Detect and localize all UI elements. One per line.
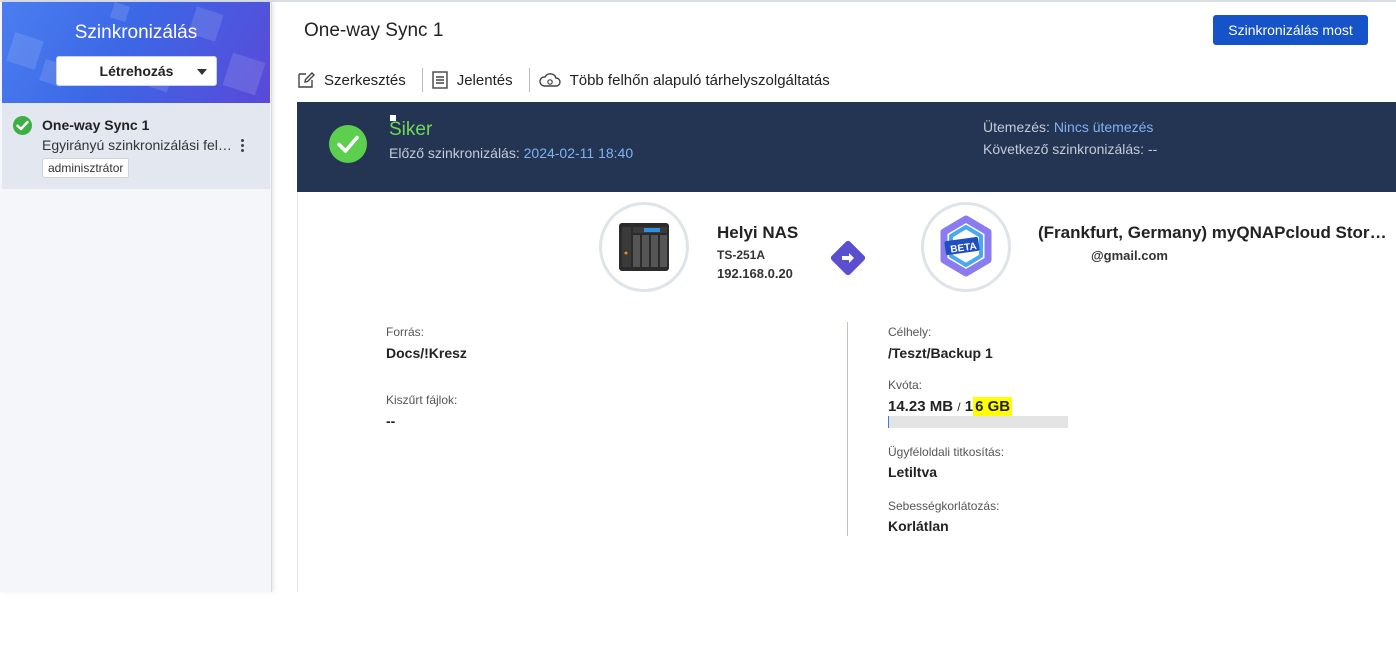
more-options-icon[interactable]: [238, 139, 246, 155]
toolbar-divider: [421, 68, 423, 92]
filtered-files-value: --: [386, 413, 396, 429]
target-account: @gmail.com: [1091, 248, 1168, 263]
page-title: One-way Sync 1: [304, 20, 444, 41]
report-icon: [432, 71, 448, 89]
myqnapcloud-icon: BETA: [921, 202, 1011, 292]
edit-button[interactable]: Szerkesztés: [296, 70, 414, 90]
previous-sync: Előző szinkronizálás: 2024-02-11 18:40: [389, 145, 633, 161]
target-device-name: (Frankfurt, Germany) myQNAPcloud Storage: [1038, 223, 1393, 242]
schedule-label: Ütemezés:: [983, 119, 1050, 135]
speed-limit-label: Sebességkorlátozás:: [888, 499, 1000, 513]
nas-device-icon: [599, 202, 689, 292]
caret-down-icon: [197, 69, 207, 75]
status-banner: Siker Előző szinkronizálás: 2024-02-11 1…: [297, 102, 1396, 192]
filtered-files-label: Kiszűrt fájlok:: [386, 393, 458, 407]
quota-value: 14.23 MB / 16 GB: [888, 397, 1013, 416]
create-dropdown-button[interactable]: Létrehozás: [56, 56, 217, 86]
speed-limit-value: Korlátlan: [888, 518, 949, 534]
success-check-icon: [329, 125, 367, 163]
previous-sync-label: Előző szinkronizálás:: [389, 145, 520, 161]
edit-label: Szerkesztés: [324, 71, 406, 89]
success-check-icon: [13, 116, 32, 135]
create-button-label: Létrehozás: [99, 63, 174, 79]
quota-progress-bar: [888, 416, 1068, 428]
sidebar: Szinkronizálás Létrehozás One-way Sync 1…: [0, 2, 272, 592]
job-details: Helyi NAS TS-251A 192.168.0.20 BETA (Fra…: [297, 192, 1396, 592]
report-label: Jelentés: [456, 71, 513, 89]
next-sync: Következő szinkronizálás: --: [983, 141, 1157, 157]
multicloud-label: Több felhőn alapuló tárhelyszolgáltatás: [569, 71, 830, 89]
quota-total-highlighted: 6 GB: [973, 397, 1013, 416]
toolbar-divider: [528, 68, 530, 92]
edit-icon: [298, 72, 315, 88]
arrow-right-icon: [842, 253, 854, 263]
column-divider: [847, 322, 848, 536]
schedule-link[interactable]: Nincs ütemezés: [1054, 119, 1154, 135]
job-name: One-way Sync 1: [42, 117, 150, 133]
quota-used: 14.23 MB: [888, 398, 954, 415]
quota-label: Kvóta:: [888, 378, 923, 392]
job-owner-badge: adminisztrátor: [42, 158, 130, 178]
previous-sync-value: 2024-02-11 18:40: [523, 145, 634, 161]
source-value: Docs/!Kresz: [386, 345, 467, 361]
job-description: Egyirányú szinkronizálási feladat: [42, 137, 232, 153]
next-sync-value: --: [1147, 141, 1158, 157]
source-device-name: Helyi NAS: [717, 223, 799, 242]
source-device-model: TS-251A: [717, 248, 766, 262]
sync-result: Siker: [389, 119, 433, 140]
source-label: Forrás:: [386, 325, 425, 339]
sync-job-item[interactable]: One-way Sync 1 Egyirányú szinkronizálási…: [2, 103, 270, 189]
quota-total-prefix: 1: [964, 398, 974, 415]
destination-label: Célhely:: [888, 325, 932, 339]
beta-badge: BETA: [950, 241, 978, 256]
multicloud-button[interactable]: Több felhőn alapuló tárhelyszolgáltatás: [538, 70, 838, 90]
quota-separator: /: [957, 400, 961, 414]
encryption-value: Letiltva: [888, 464, 938, 480]
destination-value: /Teszt/Backup 1: [888, 345, 993, 361]
encryption-label: Ügyféloldali titkosítás:: [888, 445, 1005, 459]
schedule: Ütemezés: Nincs ütemezés: [983, 119, 1153, 135]
report-button[interactable]: Jelentés: [431, 70, 521, 90]
toolbar: Szerkesztés Jelentés Több felhőn alapuló…: [296, 66, 838, 94]
sidebar-header: Szinkronizálás Létrehozás: [2, 2, 270, 103]
source-device-ip: 192.168.0.20: [717, 266, 793, 281]
next-sync-label: Következő szinkronizálás:: [983, 141, 1145, 157]
sidebar-title: Szinkronizálás: [74, 22, 198, 43]
sync-now-button[interactable]: Szinkronizálás most: [1213, 15, 1368, 45]
cloud-sync-icon: [538, 73, 561, 87]
